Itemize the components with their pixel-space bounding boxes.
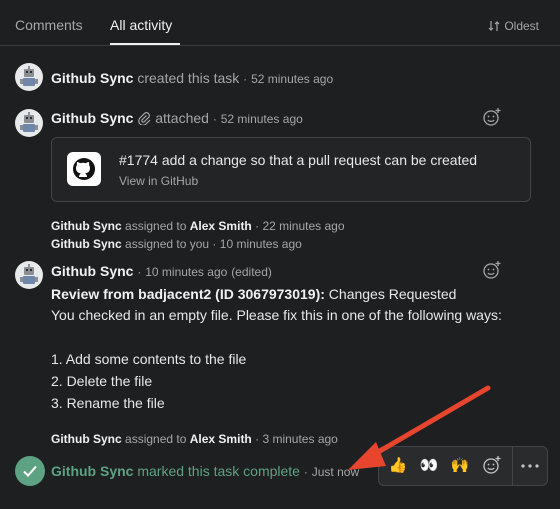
tab-comments[interactable]: Comments: [15, 17, 83, 33]
separator: ·: [212, 112, 217, 126]
event-action: assigned to: [125, 432, 187, 446]
github-icon: [67, 152, 101, 186]
paperclip-icon: [138, 112, 151, 126]
comment-list-item: 3. Rename the file: [51, 395, 165, 411]
sort-button[interactable]: Oldest: [488, 19, 539, 33]
separator: ·: [255, 432, 260, 446]
github-sync-avatar[interactable]: [15, 261, 43, 289]
sort-icon: [488, 21, 500, 31]
event-time: 10 minutes ago: [219, 237, 302, 251]
complete-check-icon: [15, 456, 45, 486]
event-actor[interactable]: Github Sync: [51, 463, 133, 479]
event-assigned: Github Sync assigned to Alex Smith · 22 …: [51, 219, 345, 233]
event-action: assigned to: [125, 219, 187, 233]
event-time: 52 minutes ago: [220, 112, 303, 126]
separator: ·: [212, 237, 217, 251]
comment-instruction: You checked in an empty file. Please fix…: [51, 307, 502, 323]
comment-list-item: 2. Delete the file: [51, 373, 153, 389]
event-assigned-you: Github Sync assigned to you · 10 minutes…: [51, 237, 302, 251]
event-time: 10 minutes ago: [145, 265, 228, 279]
event-assigned: Github Sync assigned to Alex Smith · 3 m…: [51, 432, 338, 446]
review-status: Changes Requested: [324, 286, 457, 302]
more-options-icon[interactable]: [519, 456, 541, 476]
event-action: assigned to you: [125, 237, 210, 251]
event-actor[interactable]: Github Sync: [51, 237, 122, 251]
attachment-card[interactable]: #1774 add a change so that a pull reques…: [51, 137, 531, 202]
edited-label: (edited): [231, 265, 272, 279]
github-sync-avatar[interactable]: [15, 63, 43, 91]
assignee-link[interactable]: Alex Smith: [190, 432, 252, 446]
sort-label: Oldest: [504, 19, 539, 33]
toolbar-divider: [512, 447, 513, 485]
comment-header: Github Sync · 10 minutes ago (edited): [51, 263, 272, 279]
event-actor[interactable]: Github Sync: [51, 219, 122, 233]
active-tab-indicator: [110, 43, 180, 45]
event-action: attached: [155, 110, 209, 126]
assignee-link[interactable]: Alex Smith: [190, 219, 252, 233]
github-sync-avatar[interactable]: [15, 109, 43, 137]
separator: ·: [243, 72, 248, 86]
separator: ·: [303, 465, 308, 479]
add-reaction-icon[interactable]: [482, 107, 502, 127]
activity-tabs: Comments All activity Oldest: [0, 0, 560, 46]
separator: ·: [255, 219, 260, 233]
event-actor[interactable]: Github Sync: [51, 110, 133, 126]
view-in-github-link[interactable]: View in GitHub: [119, 174, 198, 188]
event-time: 22 minutes ago: [262, 219, 345, 233]
add-reaction-icon[interactable]: [482, 260, 502, 280]
separator: ·: [137, 265, 142, 279]
comment-list-item: 1. Add some contents to the file: [51, 351, 247, 367]
review-heading: Review from badjacent2 (ID 3067973019):: [51, 286, 325, 302]
event-action: marked this task complete: [137, 463, 300, 479]
annotation-arrow: [348, 385, 491, 470]
tab-all-activity[interactable]: All activity: [110, 17, 172, 33]
comment-review-line: Review from badjacent2 (ID 3067973019): …: [51, 286, 456, 302]
event-actor[interactable]: Github Sync: [51, 263, 133, 279]
event-created: Github Sync created this task · 52 minut…: [51, 70, 333, 86]
event-attached: Github Sync attached · 52 minutes ago: [51, 110, 303, 126]
event-actor[interactable]: Github Sync: [51, 70, 133, 86]
attachment-title[interactable]: #1774 add a change so that a pull reques…: [119, 152, 477, 168]
event-action: created this task: [137, 70, 240, 86]
event-actor[interactable]: Github Sync: [51, 432, 122, 446]
event-time: 52 minutes ago: [251, 72, 334, 86]
event-completed: Github Sync marked this task complete · …: [51, 463, 359, 479]
